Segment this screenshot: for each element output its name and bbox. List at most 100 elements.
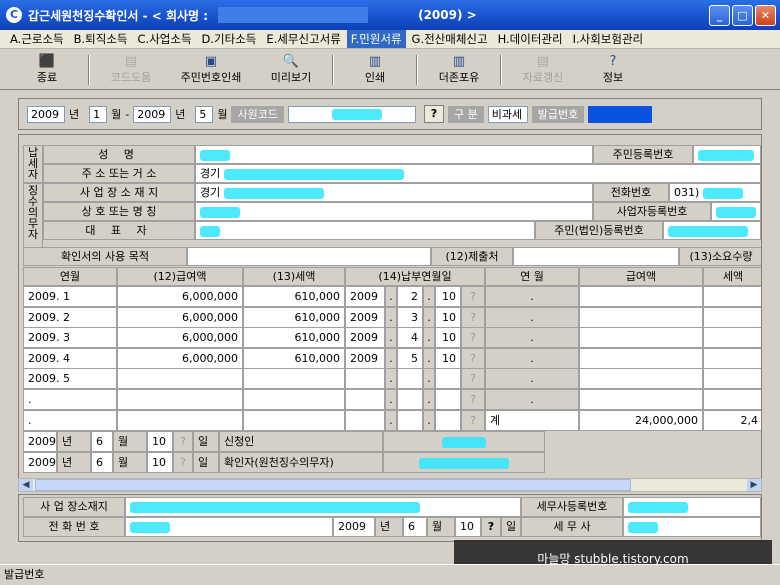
row-pay-month[interactable] xyxy=(397,368,423,389)
menu-tax-filing[interactable]: E.세무신고서류 xyxy=(262,30,344,48)
scroll-left-icon[interactable]: ◀ xyxy=(19,479,33,491)
tax-accountant-field[interactable] xyxy=(623,517,761,537)
biz-reg-field[interactable] xyxy=(711,202,761,221)
refresh-button[interactable]: ▤ 자료갱신 xyxy=(508,52,578,88)
menu-data-management[interactable]: H.데이터관리 xyxy=(494,30,567,48)
bottom-biz-address-field[interactable] xyxy=(125,497,521,517)
sig-year-input[interactable]: 2009 xyxy=(23,452,57,473)
info-button[interactable]: ? 정보 xyxy=(578,52,648,88)
print-id-button[interactable]: ▣ 주민번호인쇄 xyxy=(166,52,256,88)
row-pay-day[interactable]: 10 xyxy=(435,348,461,369)
sig-date-lookup-button[interactable]: ? xyxy=(173,431,193,452)
row-right-tax[interactable] xyxy=(703,307,761,328)
preview-button[interactable]: 🔍 미리보기 xyxy=(256,52,326,88)
row-year-month[interactable]: 2009. 1 xyxy=(23,286,117,307)
row-date-lookup-button[interactable]: ? xyxy=(461,286,485,307)
year-to-input[interactable]: 2009 xyxy=(133,105,172,123)
row-pay-year[interactable]: 2009 xyxy=(345,286,385,307)
row-pay-year[interactable] xyxy=(345,368,385,389)
row-date-lookup-button[interactable]: ? xyxy=(461,410,485,431)
sig-name-field[interactable] xyxy=(383,431,545,452)
row-pay-year[interactable]: 2009 xyxy=(345,327,385,348)
row-year-month[interactable]: 2009. 2 xyxy=(23,307,117,328)
row-year-month[interactable]: . xyxy=(23,410,117,431)
menu-business-income[interactable]: C.사업소득 xyxy=(134,30,196,48)
horizontal-scrollbar[interactable]: ◀ ▶ xyxy=(18,478,762,492)
row-pay-day[interactable]: 10 xyxy=(435,307,461,328)
bottom-day-input[interactable]: 10 xyxy=(455,517,481,537)
row-pay-month[interactable]: 4 xyxy=(397,327,423,348)
row-date-lookup-button[interactable]: ? xyxy=(461,348,485,369)
employee-code-input[interactable] xyxy=(287,105,416,123)
submit-to-field[interactable] xyxy=(513,247,679,266)
row-right-pay[interactable] xyxy=(579,368,703,389)
row-right-year-month[interactable]: . xyxy=(485,286,579,307)
minimize-button[interactable]: _ xyxy=(709,5,730,26)
row-pay-day[interactable]: 10 xyxy=(435,327,461,348)
print-button[interactable]: ▥ 인쇄 xyxy=(340,52,410,88)
menu-civil-documents[interactable]: F.민원서류 xyxy=(346,30,406,48)
row-right-pay[interactable] xyxy=(579,327,703,348)
trade-name-field[interactable] xyxy=(195,202,593,221)
row-pay[interactable]: 6,000,000 xyxy=(117,348,243,369)
name-field[interactable] xyxy=(195,145,593,164)
row-right-year-month[interactable]: . xyxy=(485,327,579,348)
row-tax[interactable] xyxy=(243,389,345,410)
row-pay-month[interactable]: 5 xyxy=(397,348,423,369)
row-date-lookup-button[interactable]: ? xyxy=(461,389,485,410)
year-from-input[interactable]: 2009 xyxy=(27,105,65,123)
row-pay[interactable] xyxy=(117,389,243,410)
row-pay-year[interactable]: 2009 xyxy=(345,307,385,328)
row-right-year-month[interactable]: . xyxy=(485,389,579,410)
tax-office-no-field[interactable] xyxy=(623,497,761,517)
close-button[interactable]: ✕ xyxy=(755,5,776,26)
bottom-date-lookup-button[interactable]: ? xyxy=(481,517,501,537)
row-pay-year[interactable] xyxy=(345,389,385,410)
exit-button[interactable]: ⬛ 종료 xyxy=(12,52,82,88)
sig-year-input[interactable]: 2009 xyxy=(23,431,57,452)
address-field[interactable]: 경기 xyxy=(195,164,761,183)
row-pay-day[interactable]: 10 xyxy=(435,286,461,307)
menu-social-insurance[interactable]: I.사회보험관리 xyxy=(569,30,648,48)
employee-code-lookup-button[interactable]: ? xyxy=(423,105,444,123)
menu-earned-income[interactable]: A.근로소득 xyxy=(6,30,68,48)
row-pay-day[interactable] xyxy=(435,368,461,389)
row-pay-month[interactable]: 2 xyxy=(397,286,423,307)
row-pay-day[interactable] xyxy=(435,410,461,431)
row-right-pay[interactable] xyxy=(579,389,703,410)
bottom-year-input[interactable]: 2009 xyxy=(333,517,375,537)
row-right-tax[interactable] xyxy=(703,286,761,307)
row-tax[interactable]: 610,000 xyxy=(243,327,345,348)
row-pay-month[interactable]: 3 xyxy=(397,307,423,328)
row-year-month[interactable]: 2009. 5 xyxy=(23,368,117,389)
row-date-lookup-button[interactable]: ? xyxy=(461,368,485,389)
row-pay[interactable]: 6,000,000 xyxy=(117,307,243,328)
row-tax[interactable]: 610,000 xyxy=(243,348,345,369)
douzone-button[interactable]: ▥ 더존포유 xyxy=(424,52,494,88)
rrn-field[interactable] xyxy=(693,145,761,164)
issue-number-field[interactable] xyxy=(588,105,653,123)
sig-day-input[interactable]: 10 xyxy=(147,431,173,452)
row-pay-month[interactable] xyxy=(397,410,423,431)
row-pay[interactable]: 6,000,000 xyxy=(117,327,243,348)
maximize-button[interactable]: □ xyxy=(732,5,753,26)
sig-month-input[interactable]: 6 xyxy=(91,452,113,473)
category-select[interactable]: 비과세 xyxy=(487,105,528,123)
purpose-field[interactable] xyxy=(187,247,431,266)
biz-address-field[interactable]: 경기 xyxy=(195,183,593,202)
row-pay-year[interactable] xyxy=(345,410,385,431)
corp-reg-field[interactable] xyxy=(663,221,761,240)
rep-field[interactable] xyxy=(195,221,535,240)
month-to-input[interactable]: 5 xyxy=(195,105,214,123)
row-pay[interactable] xyxy=(117,368,243,389)
menu-retirement-income[interactable]: B.퇴직소득 xyxy=(70,30,132,48)
row-right-pay[interactable] xyxy=(579,286,703,307)
row-year-month[interactable]: . xyxy=(23,389,117,410)
row-pay[interactable] xyxy=(117,410,243,431)
bottom-month-input[interactable]: 6 xyxy=(403,517,427,537)
menu-electronic-filing[interactable]: G.전산매체신고 xyxy=(408,30,492,48)
row-pay-month[interactable] xyxy=(397,389,423,410)
sig-day-input[interactable]: 10 xyxy=(147,452,173,473)
row-date-lookup-button[interactable]: ? xyxy=(461,327,485,348)
row-pay[interactable]: 6,000,000 xyxy=(117,286,243,307)
